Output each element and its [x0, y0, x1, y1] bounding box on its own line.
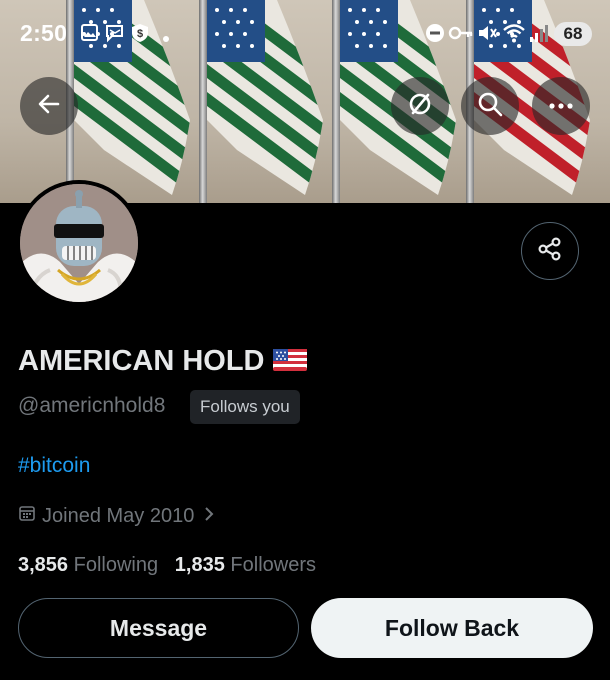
followers-count: 1,835 — [174, 554, 225, 576]
dnd-icon — [424, 22, 446, 49]
display-name: AMERICAN HOLD — [18, 345, 307, 381]
message-icon — [104, 22, 126, 49]
follow-stats: 3,856 Following 1,835 Followers — [18, 554, 316, 577]
back-icon — [36, 91, 62, 122]
avatar-image — [20, 184, 138, 302]
followers-label: Followers — [230, 554, 316, 576]
following-link[interactable]: 3,856 Following — [18, 554, 158, 576]
following-count: 3,856 — [18, 554, 69, 576]
search-button[interactable] — [461, 77, 519, 135]
status-time: 2:50 — [20, 20, 68, 46]
share-button[interactable] — [521, 222, 579, 280]
sync-button[interactable] — [391, 77, 449, 135]
back-button[interactable] — [20, 77, 78, 135]
key-icon — [448, 22, 474, 49]
joined-date[interactable]: Joined May 2010 — [18, 504, 214, 528]
battery-indicator: 68 — [554, 22, 592, 46]
signal-icon — [528, 22, 550, 49]
sync-icon — [405, 89, 435, 124]
share-icon — [537, 236, 563, 267]
more-icon — [548, 97, 574, 115]
dot-icon — [162, 30, 170, 48]
status-bar: 2:50 $ 68 — [0, 16, 610, 54]
svg-text:$: $ — [137, 28, 143, 40]
search-icon — [476, 90, 504, 123]
joined-text: Joined May 2010 — [42, 504, 195, 527]
more-button[interactable] — [532, 77, 590, 135]
us-flag-emoji-icon — [272, 347, 307, 381]
follows-you-badge: Follows you — [190, 390, 300, 424]
avatar[interactable] — [16, 180, 142, 306]
mute-icon — [476, 22, 498, 49]
gallery-icon — [80, 22, 100, 49]
calendar-icon — [18, 504, 36, 528]
follow-back-button[interactable]: Follow Back — [311, 598, 593, 658]
followers-link[interactable]: 1,835 Followers — [175, 554, 316, 576]
wifi-icon — [502, 22, 526, 49]
following-label: Following — [73, 554, 159, 576]
shield-dollar-icon: $ — [130, 22, 150, 49]
chevron-right-icon — [204, 505, 214, 528]
message-button[interactable]: Message — [18, 598, 299, 658]
display-name-text: AMERICAN HOLD — [18, 345, 265, 377]
bio-hashtag-link[interactable]: #bitcoin — [18, 454, 90, 478]
profile-handle: @americnhold8 — [18, 394, 166, 417]
